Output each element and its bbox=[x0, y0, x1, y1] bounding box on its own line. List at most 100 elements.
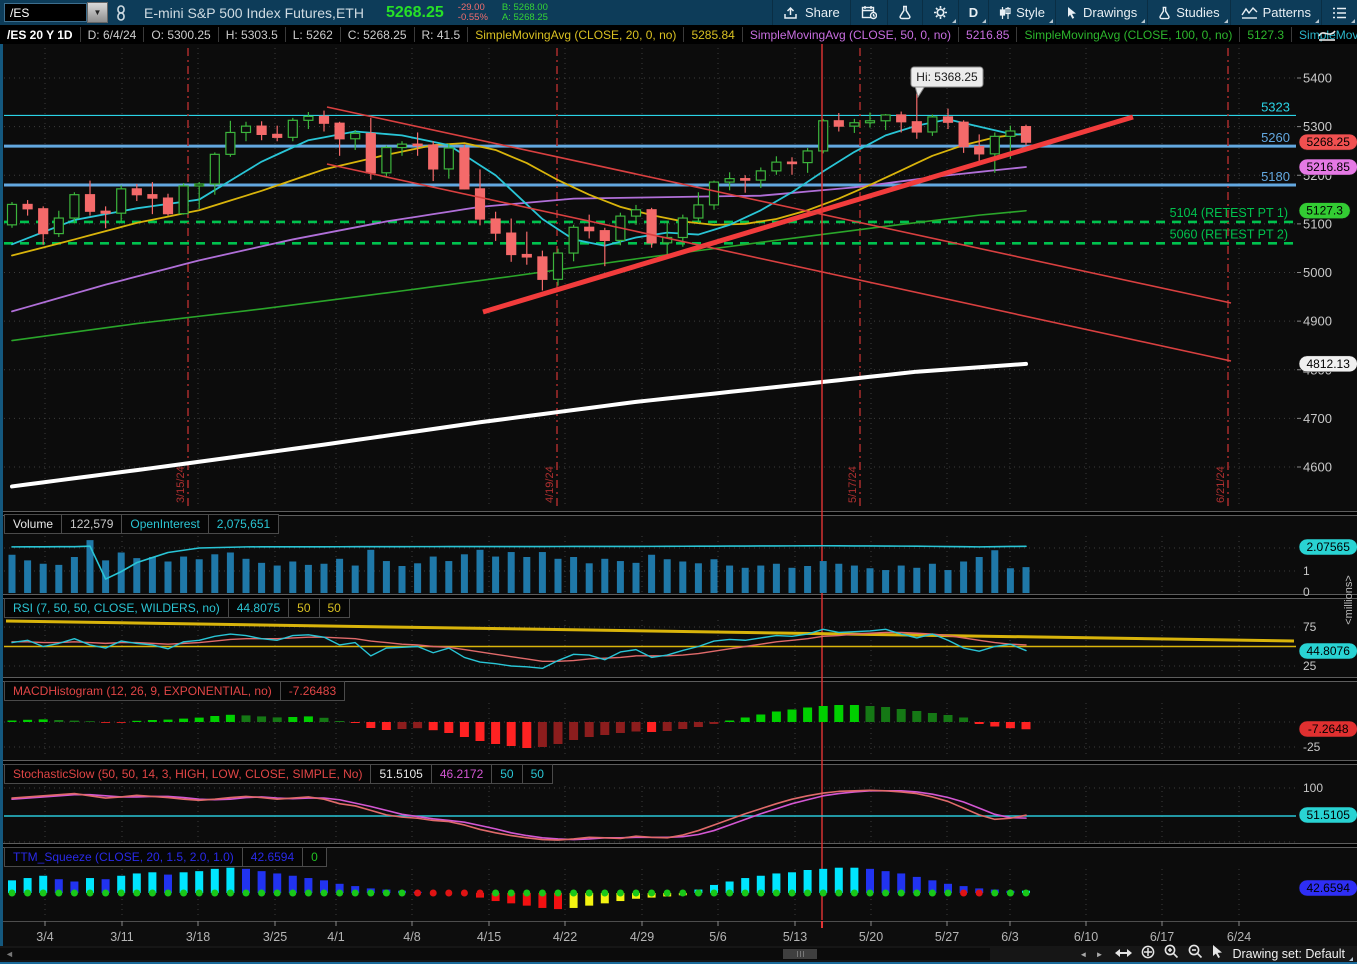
thinkorswim-chart-window: /ES ▼ E-mini S&P 500 Index Futures,ETH 5… bbox=[0, 0, 1357, 964]
svg-text:Hi: 5368.25: Hi: 5368.25 bbox=[916, 70, 978, 84]
ohlc-high: H: 5303.5 bbox=[219, 27, 286, 42]
ttm-pane-header: TTM_Squeeze (CLOSE, 20, 1.5, 2.0, 1.0) 4… bbox=[4, 847, 327, 867]
timeframe-button[interactable]: D bbox=[957, 0, 988, 25]
volume-pane-header: Volume 122,579 OpenInterest 2,075,651 bbox=[4, 514, 280, 534]
scrollbar-thumb[interactable] bbox=[783, 949, 817, 959]
link-icon[interactable] bbox=[108, 0, 134, 25]
beaker-icon[interactable] bbox=[886, 0, 922, 25]
patterns-button[interactable]: Patterns bbox=[1229, 0, 1321, 25]
svg-text:5216.85: 5216.85 bbox=[1307, 160, 1351, 174]
ttm-label[interactable]: TTM_Squeeze (CLOSE, 20, 1.5, 2.0, 1.0) bbox=[5, 848, 243, 866]
svg-text:0: 0 bbox=[1303, 585, 1310, 599]
pan-icon[interactable] bbox=[1141, 945, 1155, 964]
time-scrollbar[interactable]: ◄ bbox=[0, 948, 990, 960]
svg-text:100: 100 bbox=[1303, 781, 1323, 795]
macd-value: -7.26483 bbox=[288, 684, 337, 698]
stoch-k-value: 51.5105 bbox=[371, 765, 432, 783]
chart-curve-icon[interactable] bbox=[1317, 27, 1337, 45]
share-button[interactable]: Share bbox=[772, 0, 850, 25]
svg-text:4812.13: 4812.13 bbox=[1307, 357, 1351, 371]
ttm-zero: 0 bbox=[311, 850, 318, 864]
settings-gear-icon[interactable] bbox=[921, 0, 958, 25]
drawing-set-selector[interactable]: Drawing set: Default bbox=[1232, 947, 1353, 961]
calendar-events-icon[interactable] bbox=[849, 0, 887, 25]
svg-text:2.07565: 2.07565 bbox=[1307, 540, 1351, 554]
stoch-d-value: 46.2172 bbox=[432, 765, 493, 783]
svg-text:4700: 4700 bbox=[1303, 411, 1332, 426]
symbol-input[interactable]: /ES bbox=[4, 3, 87, 22]
sma50-label[interactable]: SimpleMovingAvg (CLOSE, 50, 0, no) bbox=[743, 27, 960, 42]
expand-horizontal-icon[interactable] bbox=[1115, 945, 1133, 963]
ohlc-close: C: 5268.25 bbox=[341, 27, 415, 42]
ttm-value: 42.6594 bbox=[243, 848, 304, 866]
svg-text:6/21/24: 6/21/24 bbox=[1215, 466, 1227, 503]
bid-ask: B: 5268.00 A: 5268.25 bbox=[501, 1, 548, 23]
rsi-oversold: 50 bbox=[327, 601, 341, 615]
scroll-left-arrow[interactable]: ◄ bbox=[5, 949, 14, 959]
series-descriptor[interactable]: /ES 20 Y 1D bbox=[0, 27, 81, 42]
svg-text:5060 (RETEST PT 2): 5060 (RETEST PT 2) bbox=[1170, 227, 1288, 241]
ohlc-date: D: 6/4/24 bbox=[81, 27, 145, 42]
svg-text:4/19/24: 4/19/24 bbox=[544, 466, 556, 503]
ohlc-low: L: 5262 bbox=[286, 27, 341, 42]
window-left-border bbox=[0, 25, 3, 962]
drawings-button[interactable]: Drawings bbox=[1055, 0, 1147, 25]
chart-header-row: /ES 20 Y 1D D: 6/4/24 O: 5300.25 H: 5303… bbox=[0, 25, 1357, 44]
chart-canvas: 5323 5260 5180 5104 (RETEST PT 1) 5060 (RETE… bbox=[4, 44, 1357, 928]
bottom-bar: ◄ ◄ ► Drawing set: Default bbox=[0, 944, 1357, 964]
svg-text:5323: 5323 bbox=[1261, 99, 1290, 114]
svg-text:75: 75 bbox=[1303, 620, 1317, 634]
svg-text:51.5105: 51.5105 bbox=[1307, 808, 1351, 822]
stoch-label[interactable]: StochasticSlow (50, 50, 14, 3, HIGH, LOW… bbox=[5, 765, 372, 783]
svg-text:5260: 5260 bbox=[1261, 130, 1290, 145]
stoch-pane-header: StochasticSlow (50, 50, 14, 3, HIGH, LOW… bbox=[4, 764, 553, 784]
svg-text:25: 25 bbox=[1303, 659, 1317, 673]
step-back-forward-buttons[interactable]: ◄ ► bbox=[1079, 950, 1106, 959]
svg-text:1: 1 bbox=[1303, 564, 1310, 578]
volume-label[interactable]: Volume bbox=[5, 515, 63, 533]
menu-list-icon[interactable] bbox=[1321, 0, 1357, 25]
svg-text:5300: 5300 bbox=[1303, 119, 1332, 134]
last-price: 5268.25 bbox=[385, 3, 444, 21]
macd-pane-header: MACDHistogram (12, 26, 9, EXPONENTIAL, n… bbox=[4, 681, 346, 701]
style-button[interactable]: Style bbox=[988, 0, 1055, 25]
stoch-overbought: 50 bbox=[492, 765, 523, 783]
svg-text:5268.25: 5268.25 bbox=[1307, 135, 1351, 149]
svg-text:5400: 5400 bbox=[1303, 71, 1332, 86]
sma20-label[interactable]: SimpleMovingAvg (CLOSE, 20, 0, no) bbox=[468, 27, 685, 42]
svg-text:-7.2648: -7.2648 bbox=[1308, 722, 1349, 736]
rsi-label[interactable]: RSI (7, 50, 50, CLOSE, WILDERS, no) bbox=[5, 599, 229, 617]
macd-label[interactable]: MACDHistogram (12, 26, 9, EXPONENTIAL, n… bbox=[5, 682, 281, 700]
rsi-pane-header: RSI (7, 50, 50, CLOSE, WILDERS, no) 44.8… bbox=[4, 598, 350, 618]
svg-text:<millions>: <millions> bbox=[1343, 575, 1355, 625]
grid bbox=[4, 48, 1296, 917]
svg-text:42.6594: 42.6594 bbox=[1307, 881, 1351, 895]
ohlc-range: R: 41.5 bbox=[415, 27, 469, 42]
cursor-icon[interactable] bbox=[1212, 945, 1223, 963]
symbol-dropdown-button[interactable]: ▼ bbox=[87, 2, 108, 23]
symbol-combobox[interactable]: /ES ▼ bbox=[4, 2, 108, 23]
svg-text:5180: 5180 bbox=[1261, 169, 1290, 184]
svg-text:5104 (RETEST PT 1): 5104 (RETEST PT 1) bbox=[1170, 206, 1288, 220]
svg-text:44.8076: 44.8076 bbox=[1307, 644, 1351, 658]
sma20-value: 5285.84 bbox=[684, 27, 743, 42]
rsi-overbought: 50 bbox=[289, 599, 320, 617]
open-interest-value: 2,075,651 bbox=[216, 517, 271, 531]
sma50-value: 5216.85 bbox=[959, 27, 1018, 42]
instrument-title: E-mini S&P 500 Index Futures,ETH bbox=[144, 4, 364, 21]
zoom-out-icon[interactable] bbox=[1188, 944, 1203, 964]
svg-text:3/15/24: 3/15/24 bbox=[175, 466, 187, 503]
rsi-value: 44.8075 bbox=[229, 599, 290, 617]
top-toolbar: /ES ▼ E-mini S&P 500 Index Futures,ETH 5… bbox=[0, 0, 1357, 25]
zoom-in-icon[interactable] bbox=[1164, 944, 1179, 964]
ohlc-open: O: 5300.25 bbox=[144, 27, 219, 42]
studies-button[interactable]: Studies bbox=[1147, 0, 1229, 25]
sma100-label[interactable]: SimpleMovingAvg (CLOSE, 100, 0, no) bbox=[1017, 27, 1241, 42]
volume-value: 122,579 bbox=[62, 515, 123, 533]
svg-text:4900: 4900 bbox=[1303, 314, 1332, 329]
stoch-oversold: 50 bbox=[530, 767, 544, 781]
svg-text:5000: 5000 bbox=[1303, 265, 1332, 280]
price-change: -29.00 -0.55% bbox=[457, 1, 488, 23]
open-interest-label[interactable]: OpenInterest bbox=[122, 515, 209, 533]
sma100-value: 5127.3 bbox=[1240, 27, 1293, 42]
